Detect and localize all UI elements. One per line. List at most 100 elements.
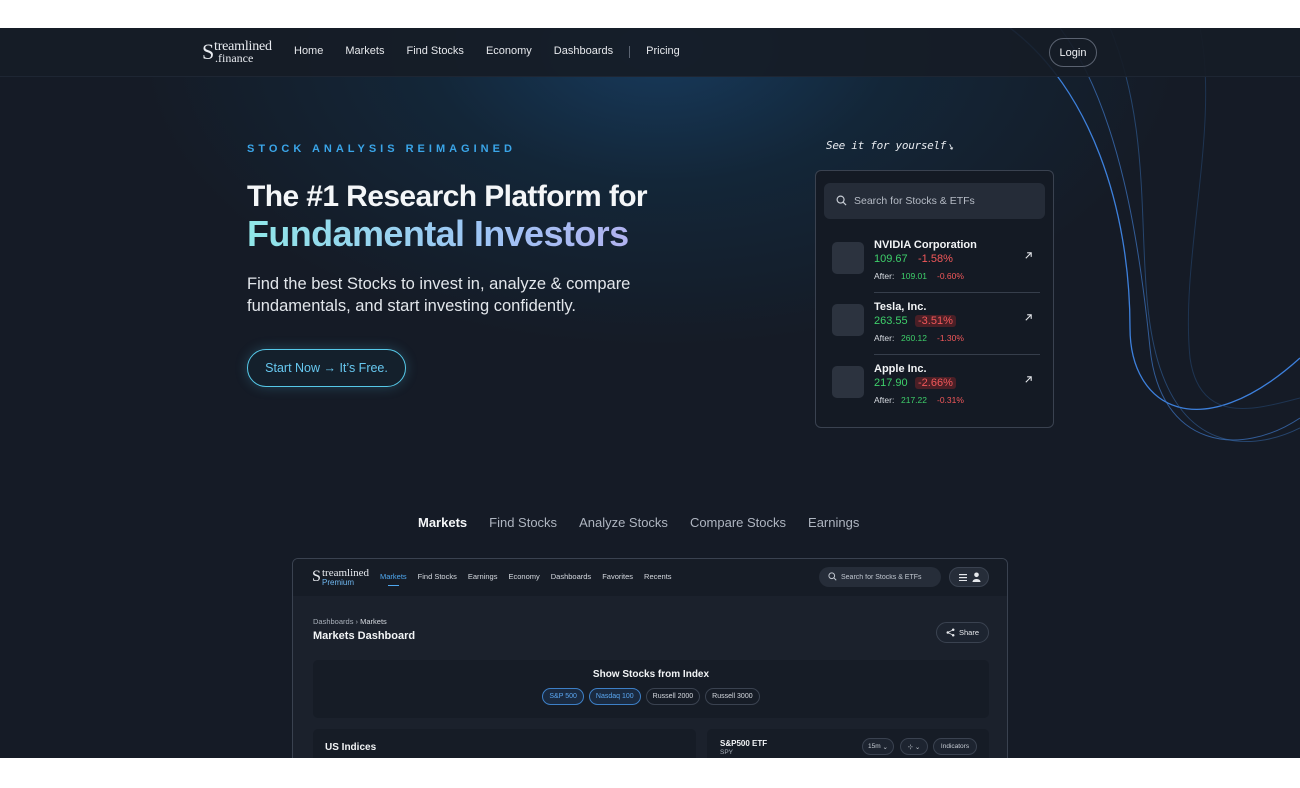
user-icon [972,572,981,582]
hero-headline: The #1 Research Platform for Fundamental… [247,178,648,252]
stock-logo [832,304,864,336]
stock-change: -3.51% [915,315,956,327]
feature-tabs: Markets Find Stocks Analyze Stocks Compa… [418,515,881,530]
hero-headline-line1: The #1 Research Platform for [247,180,648,213]
feature-tab-analyze-stocks[interactable]: Analyze Stocks [579,515,668,530]
nav-link-markets[interactable]: Markets [345,45,384,58]
etf-ticker: SPY [720,749,734,756]
crosshair-icon: ⊹ [907,743,914,751]
see-it-note: See it for yourself↘ [826,138,957,153]
preview-search-input [841,567,939,587]
stock-row-apple[interactable]: Apple Inc. 217.90 -2.66% After: 217.22 -… [832,358,1040,418]
interval-value: 15m [868,743,881,750]
hero-eyebrow: STOCK ANALYSIS REIMAGINED [247,143,516,155]
share-icon [946,628,955,637]
see-it-note-text: See it for yourself [826,139,947,152]
stock-row-tesla[interactable]: Tesla, Inc. 263.55 -3.51% After: 260.12 … [832,296,1040,356]
row-divider [874,354,1040,355]
preview-nav-find-stocks: Find Stocks [417,572,457,581]
nav-link-home[interactable]: Home [294,45,323,58]
nav-link-dashboards[interactable]: Dashboards [554,45,613,58]
stock-name: Apple Inc. [874,363,927,375]
site-logo[interactable]: S treamlined .finance [202,39,272,65]
start-now-button[interactable]: Start Now → It’s Free. [247,349,406,387]
app-preview: S treamlined Premium Markets Find Stocks… [292,558,1008,758]
preview-nav-earnings: Earnings [467,572,498,581]
after-hours-change: -0.31% [937,395,964,405]
preview-nav-markets: Markets [380,572,407,586]
preview-nav-dashboards: Dashboards [550,572,592,581]
preview-nav-recents: Recents [644,572,672,581]
preview-search [819,567,941,587]
us-indices-title: US Indices [325,742,377,753]
login-button[interactable]: Login [1049,38,1097,67]
nav-link-find-stocks[interactable]: Find Stocks [406,45,463,58]
after-hours-price: 109.01 [901,271,927,281]
after-hours-label: After: [874,271,895,281]
stock-logo [832,366,864,398]
index-pill-russell2000: Russell 2000 [645,688,701,705]
preview-nav: S treamlined Premium Markets Find Stocks… [293,559,1007,596]
curly-arrow-icon: ↘ [946,138,957,153]
preview-index-selector: Show Stocks from Index S&P 500 Nasdaq 10… [313,660,989,718]
hamburger-icon [959,574,967,581]
stock-price: 217.90 [874,377,908,389]
breadcrumb-separator: › [355,617,359,626]
breadcrumb-root: Dashboards [313,617,354,626]
breadcrumb-current: Markets [360,617,387,626]
row-divider [874,292,1040,293]
hero-headline-line2: Fundamental Investors [247,216,647,252]
preview-share-button: Share [936,622,989,643]
preview-etf-chart: S&P500 ETF SPY 15m ⌄ ⊹ ⌄ Indicators [707,729,989,758]
stock-change: -1.58% [918,253,953,265]
top-nav: S treamlined .finance Home Markets Find … [0,28,1300,77]
nav-link-pricing[interactable]: Pricing [646,45,680,58]
arrow-up-right-icon[interactable] [1024,313,1033,322]
etf-name: S&P500 ETF [720,739,768,748]
preview-page-title: Markets Dashboard [313,630,416,642]
preview-menu [949,567,989,587]
index-selector-title: Show Stocks from Index [592,669,710,680]
demo-search-box[interactable] [824,183,1045,219]
after-hours-price: 217.22 [901,395,927,405]
index-pill-russell3000: Russell 3000 [705,688,760,705]
preview-logo: S treamlined Premium [312,568,369,587]
nav-separator [629,46,631,58]
arrow-up-right-icon[interactable] [1024,375,1033,384]
stock-row-nvidia[interactable]: NVIDIA Corporation 109.67 -1.58% After: … [832,234,1040,294]
stock-name: Tesla, Inc. [874,301,927,313]
feature-tab-find-stocks[interactable]: Find Stocks [489,515,557,530]
chevron-down-icon: ⌄ [914,743,921,751]
demo-search-input[interactable] [854,183,1039,219]
stock-price: 263.55 [874,315,908,327]
interval-select: 15m ⌄ [862,738,894,755]
index-pills: S&P 500 Nasdaq 100 Russell 2000 Russell … [313,688,989,705]
arrow-up-right-icon[interactable] [1024,251,1033,260]
preview-logo-initial: S [312,568,321,585]
chevron-down-icon: ⌄ [882,743,888,751]
preview-nav-favorites: Favorites [602,572,634,581]
nav-links: Home Markets Find Stocks Economy Dashboa… [294,45,702,58]
preview-us-indices: US Indices [313,729,696,758]
feature-tab-compare-stocks[interactable]: Compare Stocks [690,515,786,530]
index-pill-nasdaq100: Nasdaq 100 [588,688,641,705]
stock-logo [832,242,864,274]
stock-change: -2.66% [915,377,956,389]
hero-subhead: Find the best Stocks to invest in, analy… [247,275,631,315]
after-hours-label: After: [874,333,895,343]
preview-nav-economy: Economy [508,572,540,581]
feature-tab-markets[interactable]: Markets [418,515,467,530]
crosshair-select: ⊹ ⌄ [900,738,928,755]
demo-search-card: NVIDIA Corporation 109.67 -1.58% After: … [815,170,1054,428]
nav-link-economy[interactable]: Economy [486,45,532,58]
after-hours-change: -1.30% [937,333,964,343]
after-hours-price: 260.12 [901,333,927,343]
share-label: Share [958,628,979,637]
after-hours-change: -0.60% [937,271,964,281]
page-viewport: S treamlined .finance Home Markets Find … [0,28,1300,758]
indicators-label: Indicators [940,743,970,750]
stock-price: 109.67 [874,253,908,265]
preview-nav-links: Markets Find Stocks Earnings Economy Das… [380,572,683,586]
logo-initial: S [202,39,215,64]
feature-tab-earnings[interactable]: Earnings [808,515,859,530]
